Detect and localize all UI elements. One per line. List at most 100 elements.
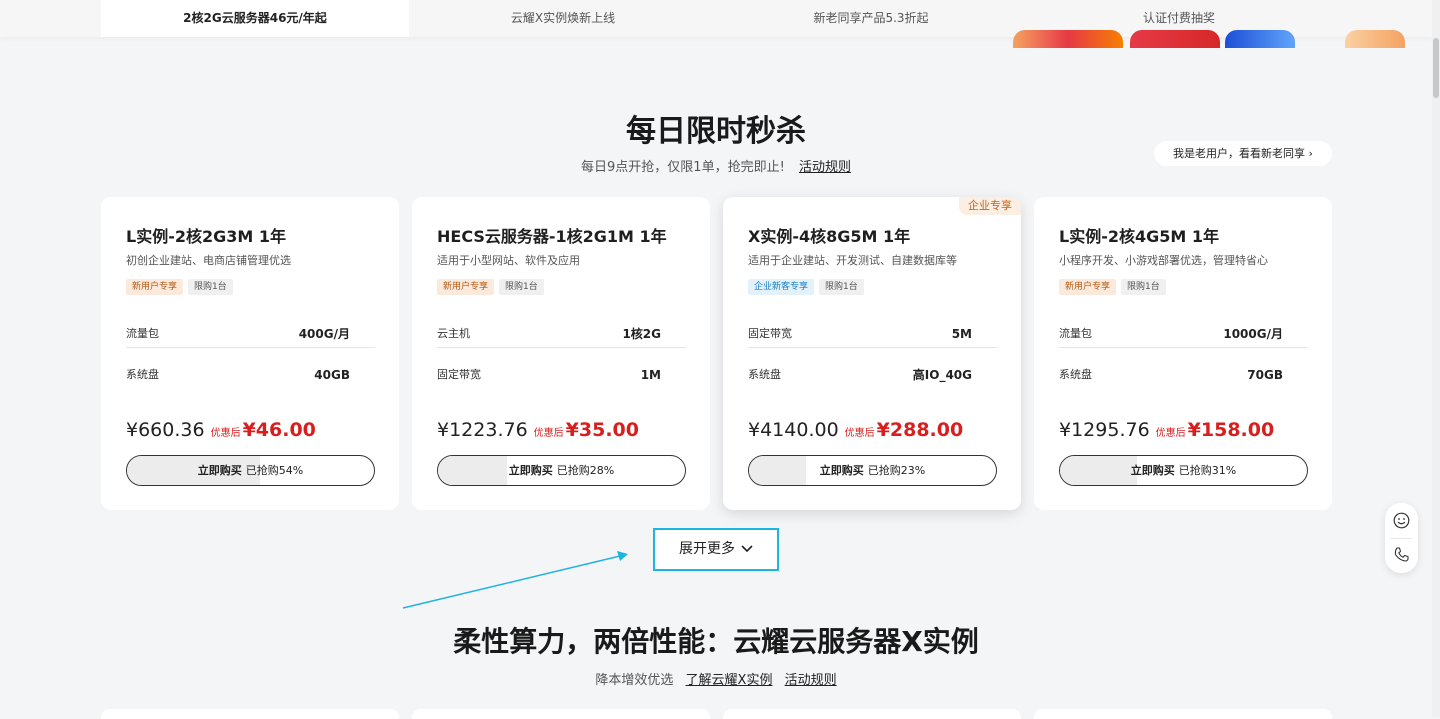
spec-value: 1核2G xyxy=(622,327,661,341)
expand-more-button[interactable]: 展开更多 xyxy=(653,528,779,571)
price-row: ¥660.36 优惠后 ¥46.00 xyxy=(126,419,316,441)
spec-label: 云主机 xyxy=(437,327,470,340)
after-discount-label: 优惠后 xyxy=(210,428,241,439)
product-title: X实例-4核8G5M 1年 xyxy=(748,227,911,246)
banner-art-mid xyxy=(1130,30,1220,48)
sale-price: ¥158.00 xyxy=(1187,419,1275,441)
x-instance-subtitle: 降本增效优选 了解云耀X实例 活动规则 xyxy=(0,669,1432,688)
after-discount-label: 优惠后 xyxy=(1155,428,1186,439)
tab-2c2g-server[interactable]: 2核2G云服务器46元/年起 xyxy=(101,0,409,37)
original-price: ¥660.36 xyxy=(126,419,205,441)
next-card xyxy=(723,709,1021,719)
page-scrollbar[interactable] xyxy=(1432,0,1440,717)
banner-art-right xyxy=(1225,30,1295,48)
buy-now-button[interactable]: 立即购买 已抢购28% xyxy=(437,455,686,486)
banner-art-edge xyxy=(1345,30,1405,48)
buy-now-button[interactable]: 立即购买 已抢购23% xyxy=(748,455,997,486)
buy-now-label: 立即购买 xyxy=(819,464,864,477)
tab-x-instance[interactable]: 云耀X实例焕新上线 xyxy=(409,0,717,37)
original-price: ¥1295.76 xyxy=(1059,419,1150,441)
chevron-down-icon xyxy=(741,530,753,569)
spec-row: 流量包 400G/月 xyxy=(126,321,375,348)
buy-now-label: 立即购买 xyxy=(1130,464,1175,477)
tab-new-old-users[interactable]: 新老同享产品5.3折起 xyxy=(717,0,1025,37)
enterprise-ribbon: 企业专享 xyxy=(959,197,1021,215)
x-instance-subtitle-text: 降本增效优选 xyxy=(595,673,674,688)
spec-label: 固定带宽 xyxy=(437,368,481,381)
spec-label: 系统盘 xyxy=(748,368,781,381)
limit-tag: 限购1台 xyxy=(819,279,864,295)
new-user-tag: 新用户专享 xyxy=(126,279,184,295)
spec-label: 系统盘 xyxy=(126,368,159,381)
banner-art-left xyxy=(1013,30,1123,48)
buy-now-label: 立即购买 xyxy=(508,464,553,477)
smiley-icon[interactable] xyxy=(1393,512,1410,529)
original-price: ¥4140.00 xyxy=(748,419,839,441)
spec-value: 高IO_40G xyxy=(912,368,972,382)
buy-now-button[interactable]: 立即购买 已抢购31% xyxy=(1059,455,1308,486)
next-card xyxy=(1034,709,1332,719)
next-card-row xyxy=(101,709,1333,719)
product-title: HECS云服务器-1核2G1M 1年 xyxy=(437,227,667,246)
after-discount-label: 优惠后 xyxy=(533,428,564,439)
spec-value: 70GB xyxy=(1247,368,1283,382)
product-card: 企业专享 X实例-4核8G5M 1年 适用于企业建站、开发测试、自建数据库等 企… xyxy=(723,197,1021,510)
sale-price: ¥35.00 xyxy=(565,419,639,441)
expand-more-label: 展开更多 xyxy=(679,541,735,557)
spec-row: 流量包 1000G/月 xyxy=(1059,321,1308,348)
floating-service-panel xyxy=(1385,503,1418,573)
spec-value: 5M xyxy=(951,327,972,341)
spec-row: 云主机 1核2G xyxy=(437,321,686,348)
product-card: L实例-2核2G3M 1年 初创企业建站、电商店铺管理优选 新用户专享 限购1台 … xyxy=(101,197,399,510)
price-row: ¥1223.76 优惠后 ¥35.00 xyxy=(437,419,639,441)
top-tab-bar: 2核2G云服务器46元/年起 云耀X实例焕新上线 新老同享产品5.3折起 认证付… xyxy=(0,0,1432,37)
spec-row: 固定带宽 5M xyxy=(748,321,997,348)
scrollbar-thumb[interactable] xyxy=(1433,38,1439,98)
spec-label: 流量包 xyxy=(126,327,159,340)
spec-value: 1000G/月 xyxy=(1223,327,1283,341)
product-card: L实例-2核4G5M 1年 小程序开发、小游戏部署优选，管理特省心 新用户专享限… xyxy=(1034,197,1332,510)
product-tags: 新用户专享 限购1台 xyxy=(437,274,549,295)
spec-label: 系统盘 xyxy=(1059,368,1092,381)
price-row: ¥4140.00 优惠后 ¥288.00 xyxy=(748,419,963,441)
phone-icon[interactable] xyxy=(1393,546,1410,563)
product-tags: 新用户专享 限购1台 xyxy=(1059,274,1171,295)
buy-now-label: 立即购买 xyxy=(197,464,242,477)
original-price: ¥1223.76 xyxy=(437,419,528,441)
price-row: ¥1295.76 优惠后 ¥158.00 xyxy=(1059,419,1274,441)
float-divider xyxy=(1391,538,1412,539)
product-title: L实例-2核4G5M 1年 xyxy=(1059,227,1219,246)
spec-label: 固定带宽 xyxy=(748,327,792,340)
spec-row: 固定带宽 1M xyxy=(437,362,686,388)
sold-percent: 已抢购31% xyxy=(1178,464,1237,477)
product-desc: 小程序开发、小游戏部署优选，管理特省心 xyxy=(1059,254,1268,267)
sold-percent: 已抢购28% xyxy=(556,464,615,477)
spec-label: 流量包 xyxy=(1059,327,1092,340)
old-user-button[interactable]: 我是老用户，看看新老同享 › xyxy=(1154,141,1332,166)
spec-row: 系统盘 高IO_40G xyxy=(748,362,997,388)
learn-x-instance-link[interactable]: 了解云耀X实例 xyxy=(686,673,773,688)
next-card xyxy=(101,709,399,719)
new-user-tag: 新用户专享 xyxy=(437,279,495,295)
product-desc: 适用于小型网站、软件及应用 xyxy=(437,254,580,267)
spec-value: 400G/月 xyxy=(298,327,350,341)
product-title: L实例-2核2G3M 1年 xyxy=(126,227,286,246)
limit-tag: 限购1台 xyxy=(1121,279,1166,295)
sold-percent: 已抢购23% xyxy=(867,464,926,477)
product-card: HECS云服务器-1核2G1M 1年 适用于小型网站、软件及应用 新用户专享 限购… xyxy=(412,197,710,510)
product-desc: 初创企业建站、电商店铺管理优选 xyxy=(126,254,291,267)
sold-percent: 已抢购54% xyxy=(245,464,304,477)
buy-now-button[interactable]: 立即购买 已抢购54% xyxy=(126,455,375,486)
x-instance-rules-link[interactable]: 活动规则 xyxy=(785,673,837,688)
limit-tag: 限购1台 xyxy=(499,279,544,295)
flash-sale-rules-link[interactable]: 活动规则 xyxy=(799,160,851,175)
after-discount-label: 优惠后 xyxy=(844,428,875,439)
next-card xyxy=(412,709,710,719)
product-desc: 适用于企业建站、开发测试、自建数据库等 xyxy=(748,254,957,267)
x-instance-title: 柔性算力，两倍性能：云耀云服务器X实例 xyxy=(453,625,979,658)
new-user-tag: 新用户专享 xyxy=(1059,279,1117,295)
flash-sale-subtitle-text: 每日9点开抢，仅限1单，抢完即止! xyxy=(581,160,785,175)
product-tags: 新用户专享 限购1台 xyxy=(126,274,238,295)
spec-value: 1M xyxy=(640,368,661,382)
sale-price: ¥46.00 xyxy=(242,419,316,441)
